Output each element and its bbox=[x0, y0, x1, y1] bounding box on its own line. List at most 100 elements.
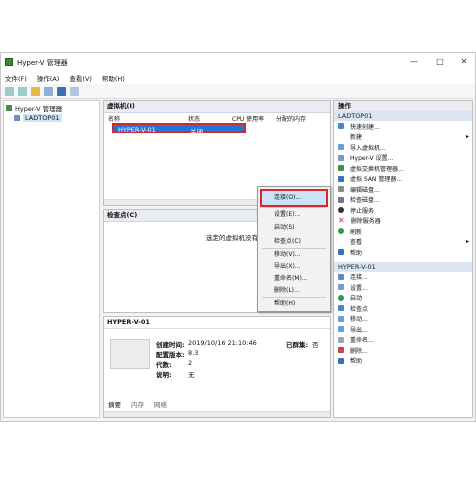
action-label: 检查点 bbox=[350, 305, 369, 313]
context-start[interactable]: 启动(S) bbox=[258, 221, 330, 235]
action-import-vm[interactable]: 导入虚拟机... bbox=[334, 142, 472, 153]
context-help[interactable]: 帮助(H) bbox=[258, 298, 330, 310]
action-edit-disk[interactable]: 编辑磁盘... bbox=[334, 184, 472, 195]
menu-help[interactable]: 帮助(H) bbox=[102, 73, 125, 83]
details-pane: HYPER-V-01 创建时间: 2019/10/16 21:10:46 配置版… bbox=[103, 316, 331, 418]
action-label: 编辑磁盘... bbox=[350, 186, 380, 194]
action-checkpoint[interactable]: 检查点 bbox=[334, 303, 472, 314]
tree-root[interactable]: Hyper-V 管理器 bbox=[4, 103, 99, 113]
export-icon bbox=[338, 326, 344, 333]
col-state[interactable]: 状态 bbox=[188, 114, 200, 123]
action-label: 停止服务 bbox=[350, 207, 375, 215]
action-label: 导出... bbox=[350, 326, 368, 334]
action-export[interactable]: 导出... bbox=[334, 324, 472, 335]
window-title: Hyper-V 管理器 bbox=[17, 59, 68, 67]
action-label: 移动... bbox=[350, 316, 368, 324]
tree-host[interactable]: LADTOP01 bbox=[4, 113, 99, 123]
action-rename[interactable]: 重命名... bbox=[334, 335, 472, 346]
col-name[interactable]: 名称 bbox=[108, 114, 120, 123]
clustered-label: 已群集: bbox=[286, 341, 309, 349]
move-icon bbox=[338, 315, 344, 322]
config-label: 配置版本: bbox=[156, 351, 185, 359]
context-checkpoint[interactable]: 检查点(C) bbox=[258, 235, 330, 249]
tab-summary[interactable]: 摘要 bbox=[108, 399, 121, 409]
action-help-vm[interactable]: 帮助 bbox=[334, 356, 472, 367]
app-icon bbox=[5, 58, 13, 66]
action-remove-server[interactable]: ✕ 删除服务器 bbox=[334, 216, 472, 227]
action-move[interactable]: 移动... bbox=[334, 314, 472, 325]
settings-icon bbox=[338, 154, 344, 161]
close-button[interactable]: ✕ bbox=[453, 56, 475, 68]
maximize-button[interactable]: □ bbox=[429, 56, 451, 68]
tab-network[interactable]: 网络 bbox=[154, 399, 167, 409]
context-move[interactable]: 移动(V)... bbox=[258, 249, 330, 261]
actions-host-section[interactable]: LADTOP01 bbox=[334, 111, 472, 121]
submenu-arrow-icon: ▸ bbox=[465, 238, 469, 246]
config-value: 8.3 bbox=[188, 349, 199, 357]
folder-icon[interactable] bbox=[31, 86, 40, 96]
menu-action[interactable]: 操作(A) bbox=[37, 73, 60, 83]
action-label: 虚拟交换机管理器... bbox=[350, 165, 404, 173]
submenu-arrow-icon: ▸ bbox=[465, 133, 469, 141]
action-help-host[interactable]: 帮助 bbox=[334, 247, 472, 258]
action-refresh[interactable]: 刷新 bbox=[334, 226, 472, 237]
navigation-tree: Hyper-V 管理器 LADTOP01 bbox=[3, 100, 100, 418]
context-delete[interactable]: 删除(L)... bbox=[258, 285, 330, 297]
help-icon bbox=[338, 249, 344, 256]
action-view[interactable]: 查看 ▸ bbox=[334, 237, 472, 248]
action-inspect-disk[interactable]: 检查磁盘... bbox=[334, 195, 472, 206]
connect-icon bbox=[338, 273, 344, 280]
action-label: 删除... bbox=[350, 347, 368, 355]
action-stop-service[interactable]: 停止服务 bbox=[334, 205, 472, 216]
action-hyperv-settings[interactable]: Hyper-V 设置... bbox=[334, 153, 472, 164]
tree-host-label: LADTOP01 bbox=[23, 114, 62, 122]
minimize-button[interactable]: — bbox=[403, 56, 425, 68]
san-icon bbox=[338, 175, 344, 182]
back-icon[interactable] bbox=[5, 86, 14, 96]
rename-icon bbox=[338, 336, 344, 343]
action-virtual-switch-manager[interactable]: 虚拟交换机管理器... bbox=[334, 163, 472, 174]
inspect-disk-icon bbox=[338, 196, 344, 203]
action-label: 虚拟 SAN 管理器... bbox=[350, 176, 403, 184]
blank-icon bbox=[338, 134, 344, 140]
menu-file[interactable]: 文件(F) bbox=[5, 73, 27, 83]
action-label: 帮助 bbox=[350, 358, 363, 366]
notes-label: 说明: bbox=[156, 371, 172, 379]
action-delete[interactable]: 删除... bbox=[334, 345, 472, 356]
menu-view[interactable]: 查看(V) bbox=[69, 73, 92, 83]
action-settings[interactable]: 设置... bbox=[334, 282, 472, 293]
edit-disk-icon bbox=[338, 186, 344, 193]
context-rename[interactable]: 重命名(M)... bbox=[258, 273, 330, 285]
tab-memory[interactable]: 内存 bbox=[131, 399, 144, 409]
action-label: 删除服务器 bbox=[350, 218, 381, 226]
delete-icon bbox=[338, 347, 344, 354]
action-new[interactable]: 新建 ▸ bbox=[334, 132, 472, 143]
context-connect[interactable]: 连接(O)... bbox=[260, 189, 328, 207]
actions-vm-section[interactable]: HYPER-V-01 bbox=[334, 261, 472, 272]
checkpoint-icon bbox=[338, 305, 344, 312]
properties-icon[interactable] bbox=[70, 86, 79, 96]
context-export[interactable]: 导出(X)... bbox=[258, 261, 330, 273]
import-icon bbox=[338, 144, 344, 151]
action-connect[interactable]: 连接... bbox=[334, 272, 472, 283]
col-cpu[interactable]: CPU 使用率 bbox=[232, 114, 264, 123]
generation-label: 代数: bbox=[156, 361, 172, 369]
notes-value: 无 bbox=[188, 371, 195, 379]
start-icon bbox=[338, 294, 344, 301]
action-label: 刷新 bbox=[350, 228, 363, 236]
action-start[interactable]: 启动 bbox=[334, 293, 472, 304]
vm-state: 关闭 bbox=[190, 128, 203, 136]
quick-create-icon bbox=[338, 123, 344, 130]
forward-icon[interactable] bbox=[18, 86, 27, 96]
tree-toggle-icon[interactable] bbox=[44, 86, 53, 96]
vm-row[interactable]: HYPER-V-01 关闭 bbox=[112, 123, 246, 136]
help-icon[interactable] bbox=[57, 86, 66, 96]
switch-icon bbox=[338, 165, 344, 172]
col-memory[interactable]: 分配的内存 bbox=[276, 114, 306, 123]
action-label: Hyper-V 设置... bbox=[350, 155, 394, 163]
vm-column-headers: 名称 状态 CPU 使用率 分配的内存 bbox=[104, 113, 330, 123]
context-settings[interactable]: 设置(E)... bbox=[258, 208, 330, 222]
details-horizontal-scrollbar[interactable] bbox=[104, 411, 330, 417]
action-virtual-san-manager[interactable]: 虚拟 SAN 管理器... bbox=[334, 174, 472, 185]
action-quick-create[interactable]: 快速创建... bbox=[334, 121, 472, 132]
